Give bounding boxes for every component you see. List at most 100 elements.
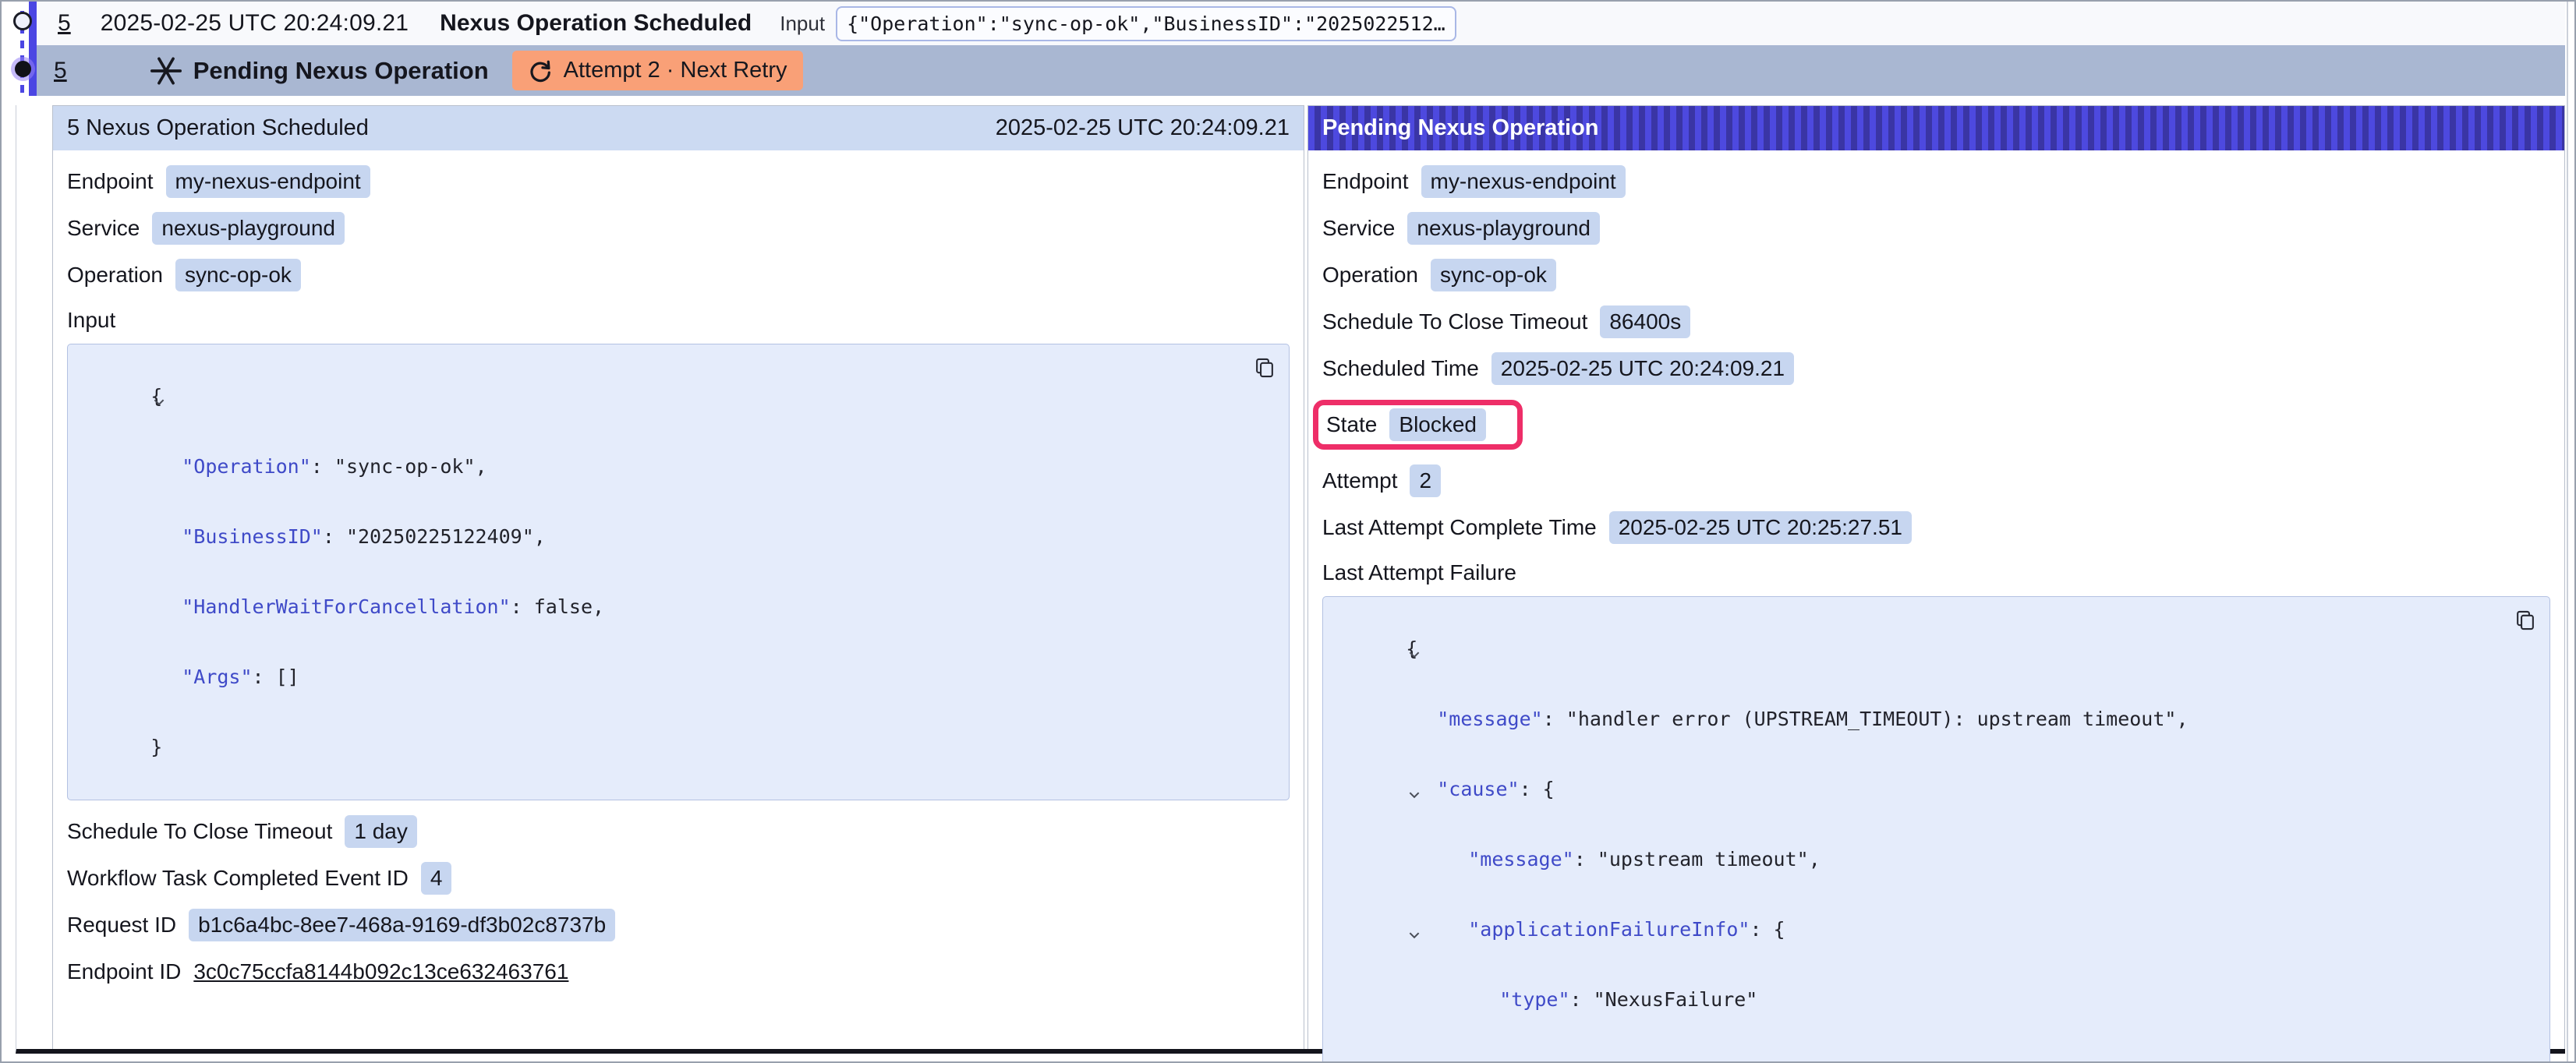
code-line: { <box>1331 614 2503 684</box>
detail-field: Operation sync-op-ok <box>67 260 301 291</box>
field-label: Endpoint ID <box>67 959 181 984</box>
copy-icon[interactable] <box>2514 608 2537 633</box>
field-label: Schedule To Close Timeout <box>67 819 332 844</box>
code-line: "Args": [] <box>76 642 1242 712</box>
field-label: State <box>1326 412 1377 437</box>
json-key: "Args" <box>182 666 252 688</box>
event-timeline-gutter <box>2 2 37 103</box>
scheduled-panel-title: 5 Nexus Operation Scheduled <box>67 115 369 141</box>
scheduled-panel-timestamp: 2025-02-25 UTC 20:24:09.21 <box>996 115 1290 141</box>
json-key: "Operation" <box>182 455 311 478</box>
json-value: : "handler error (UPSTREAM_TIMEOUT): ups… <box>1543 708 2189 730</box>
detail-field: Workflow Task Completed Event ID 4 <box>67 863 451 894</box>
code-line: "BusinessID": "20250225122409", <box>76 502 1242 572</box>
code-line: } <box>1331 1035 2503 1063</box>
event-timestamp: 2025-02-25 UTC 20:24:09.21 <box>101 10 409 37</box>
field-label: Request ID <box>67 913 176 938</box>
field-value: 4 <box>421 862 452 895</box>
detail-field: Schedule To Close Timeout 1 day <box>67 816 417 847</box>
pending-event-id-link[interactable]: 5 <box>54 58 67 84</box>
failure-json-lines: { "message": "handler error (UPSTREAM_TI… <box>1331 614 2503 1063</box>
chevron-down-icon[interactable] <box>1337 901 1351 915</box>
nexus-asterisk-icon <box>150 55 182 87</box>
last-attempt-failure-label: Last Attempt Failure <box>1322 560 2550 587</box>
field-value: sync-op-ok <box>1431 259 1556 291</box>
field-label: Service <box>67 216 140 241</box>
event-row-collapsed[interactable]: 5 2025-02-25 UTC 20:24:09.21 Nexus Opera… <box>37 2 2565 45</box>
json-value: } <box>150 736 162 758</box>
scheduled-fields-bottom: Schedule To Close Timeout 1 day Workflow… <box>67 816 1290 987</box>
detail-field: Operation sync-op-ok <box>1322 260 1556 291</box>
json-value: : { <box>1750 918 1785 941</box>
json-key: "cause" <box>1437 778 1519 800</box>
field-value: 2 <box>1410 464 1441 497</box>
chevron-down-icon[interactable] <box>1337 620 1351 634</box>
field-value: 86400s <box>1600 305 1690 338</box>
json-value: } <box>1468 1058 1480 1063</box>
pending-operation-row[interactable]: 5 Pending Nexus Operation Attempt 2 · Ne… <box>37 45 2565 96</box>
detail-field: Schedule To Close Timeout 86400s <box>1322 306 1690 337</box>
event-details-expanded: 5 Nexus Operation Scheduled 2025-02-25 U… <box>16 105 2565 1054</box>
field-label: Operation <box>1322 263 1418 288</box>
pending-operation-panel: Pending Nexus Operation Endpoint my-nexu… <box>1307 105 2565 1049</box>
failure-json-block: { "message": "handler error (UPSTREAM_TI… <box>1322 596 2550 1063</box>
field-value: sync-op-ok <box>175 259 301 291</box>
chevron-down-icon[interactable] <box>82 368 96 382</box>
detail-field: Last Attempt Complete Time 2025-02-25 UT… <box>1322 512 1912 543</box>
field-value: my-nexus-endpoint <box>1421 165 1626 198</box>
detail-field: Service nexus-playground <box>1322 213 1600 244</box>
temporal-event-history-screen: 5 2025-02-25 UTC 20:24:09.21 Nexus Opera… <box>0 0 2576 1063</box>
field-label: Attempt <box>1322 468 1397 493</box>
copy-icon[interactable] <box>1253 355 1276 380</box>
scheduled-panel-body: Endpoint my-nexus-endpoint Service nexus… <box>53 166 1304 987</box>
input-label: Input <box>780 12 825 36</box>
json-value: : "sync-op-ok", <box>311 455 487 478</box>
retry-refresh-icon <box>528 58 553 83</box>
field-label: Service <box>1322 216 1395 241</box>
retry-badge-label: Attempt 2 · Next Retry <box>564 58 787 83</box>
event-title: Nexus Operation Scheduled <box>440 10 752 37</box>
code-line: "message": "handler error (UPSTREAM_TIME… <box>1331 684 2503 754</box>
code-line: "message": "upstream timeout", <box>1331 825 2503 895</box>
field-value: 2025-02-25 UTC 20:24:09.21 <box>1491 352 1794 385</box>
input-json-block: { "Operation": "sync-op-ok", "BusinessID… <box>67 344 1290 800</box>
field-label: Scheduled Time <box>1322 356 1479 381</box>
field-value: b1c6a4bc-8ee7-468a-9169-df3b02c8737b <box>189 909 615 941</box>
timeline-node-current-icon <box>15 61 31 77</box>
field-value[interactable]: 3c0c75ccfa8144b092c13ce632463761 <box>193 959 568 984</box>
code-line: } <box>76 712 1242 782</box>
json-value: : false, <box>511 595 604 618</box>
scrollbar-track[interactable] <box>2567 2 2568 1061</box>
detail-field: Endpoint my-nexus-endpoint <box>1322 166 1626 197</box>
json-key: "message" <box>1437 708 1542 730</box>
scheduled-panel-header: 5 Nexus Operation Scheduled 2025-02-25 U… <box>53 106 1304 150</box>
json-key: "message" <box>1468 848 1573 871</box>
input-section-label: Input <box>67 308 1290 334</box>
input-preview-chip[interactable]: {"Operation":"sync-op-ok","BusinessID":"… <box>836 6 1456 41</box>
field-label: Workflow Task Completed Event ID <box>67 866 409 891</box>
event-rows: 5 2025-02-25 UTC 20:24:09.21 Nexus Opera… <box>37 2 2565 96</box>
detail-field: State Blocked <box>1313 400 1523 450</box>
detail-field: Endpoint ID 3c0c75ccfa8144b092c13ce63246… <box>67 956 568 987</box>
json-value: : "upstream timeout", <box>1574 848 1821 871</box>
json-value: : { <box>1520 778 1555 800</box>
json-value: : "20250225122409", <box>323 525 546 548</box>
field-value: nexus-playground <box>1407 212 1600 245</box>
chevron-down-icon[interactable] <box>1337 761 1351 775</box>
field-label: Last Attempt Complete Time <box>1322 515 1597 540</box>
detail-field: Request ID b1c6a4bc-8ee7-468a-9169-df3b0… <box>67 909 615 941</box>
field-value: Blocked <box>1389 408 1486 441</box>
event-details-panel-scheduled: 5 Nexus Operation Scheduled 2025-02-25 U… <box>52 105 1304 1049</box>
code-line: "HandlerWaitForCancellation": false, <box>76 572 1242 642</box>
json-key: "type" <box>1499 988 1569 1011</box>
field-label: Schedule To Close Timeout <box>1322 309 1587 334</box>
json-value: : "NexusFailure" <box>1570 988 1758 1011</box>
input-json-lines: { "Operation": "sync-op-ok", "BusinessID… <box>76 362 1242 782</box>
detail-field: Endpoint my-nexus-endpoint <box>67 166 370 197</box>
code-line: "Operation": "sync-op-ok", <box>76 432 1242 502</box>
scheduled-fields-top: Endpoint my-nexus-endpoint Service nexus… <box>67 166 1290 291</box>
field-label: Endpoint <box>67 169 154 194</box>
field-value: nexus-playground <box>152 212 345 245</box>
event-id-link[interactable]: 5 <box>58 10 71 37</box>
detail-field: Scheduled Time 2025-02-25 UTC 20:24:09.2… <box>1322 353 1794 384</box>
